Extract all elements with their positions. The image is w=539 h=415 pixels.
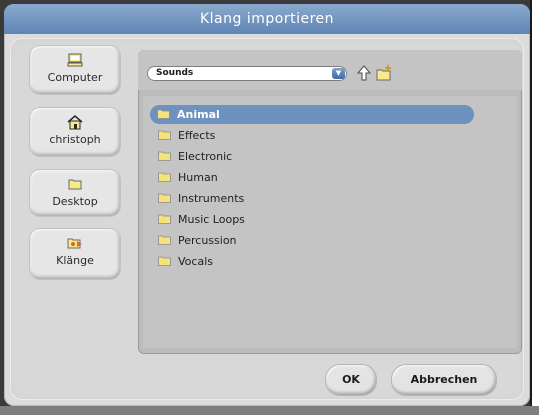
list-item[interactable]: Human — [151, 168, 471, 187]
sidebar-item-christoph[interactable]: christoph — [30, 108, 120, 156]
sidebar-item-label: Desktop — [52, 195, 98, 208]
list-item-label: Human — [178, 171, 218, 184]
folder-list: Animal Effects Electronic Human Instrume… — [143, 96, 517, 348]
list-item[interactable]: Electronic — [151, 147, 471, 166]
list-item-label: Music Loops — [178, 213, 245, 226]
folder-icon — [158, 130, 171, 140]
browser-toolbar: Sounds ▼ — [138, 50, 522, 90]
list-item[interactable]: Instruments — [151, 189, 471, 208]
ok-button[interactable]: OK — [326, 365, 376, 395]
import-sound-dialog: Klang importieren Computer christoph Des… — [4, 4, 530, 406]
path-select-value: Sounds — [156, 68, 194, 78]
list-item-label: Percussion — [178, 234, 237, 247]
folder-icon — [158, 214, 171, 224]
list-item[interactable]: Vocals — [151, 252, 471, 271]
sidebar-item-label: christoph — [49, 133, 101, 146]
new-folder-icon[interactable] — [375, 64, 393, 82]
folder-icon — [158, 256, 171, 266]
sidebar-item-label: Computer — [47, 71, 103, 84]
list-item-label: Instruments — [178, 192, 245, 205]
home-icon — [67, 115, 83, 130]
list-item-label: Effects — [178, 129, 216, 142]
background-strip-bottom — [0, 406, 539, 415]
chevron-down-icon[interactable]: ▼ — [332, 68, 345, 79]
list-item-label: Electronic — [178, 150, 233, 163]
sidebar-item-klaenge[interactable]: Klänge — [30, 229, 120, 279]
sidebar-item-label: Klänge — [56, 254, 94, 267]
folder-icon — [158, 193, 171, 203]
sidebar-item-computer[interactable]: Computer — [30, 46, 120, 94]
background-strip-right — [530, 0, 539, 415]
list-item[interactable]: Effects — [151, 126, 471, 145]
cancel-button[interactable]: Abbrechen — [392, 365, 496, 395]
folder-icon — [158, 172, 171, 182]
sound-folder-icon — [67, 238, 82, 249]
folder-icon — [158, 235, 171, 245]
up-arrow-icon[interactable] — [356, 65, 372, 81]
list-item[interactable]: Percussion — [151, 231, 471, 250]
folder-icon — [157, 109, 170, 119]
dialog-title[interactable]: Klang importieren — [4, 4, 530, 34]
sidebar-item-desktop[interactable]: Desktop — [30, 170, 120, 216]
file-browser: Sounds ▼ Animal Effects Electronic Human… — [138, 50, 522, 354]
folder-icon — [158, 151, 171, 161]
list-item-label: Vocals — [178, 255, 213, 268]
list-item[interactable]: Animal — [150, 105, 474, 124]
list-item[interactable]: Music Loops — [151, 210, 471, 229]
folder-icon — [68, 179, 82, 190]
path-select[interactable]: Sounds ▼ — [147, 66, 347, 81]
list-item-label: Animal — [177, 108, 220, 121]
computer-icon — [67, 53, 83, 67]
